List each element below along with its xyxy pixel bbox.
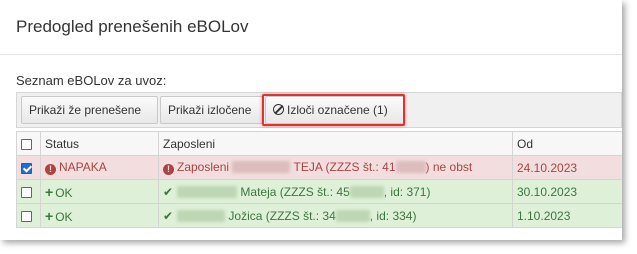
column-header-from[interactable]: Od	[512, 131, 622, 156]
employee-name: Mateja (ZZZS št.: 45	[240, 184, 350, 199]
redacted-blur	[177, 185, 238, 198]
employee-cell: ! Zaposleni TEJA (ZZZS št.: 41 ) ne obst	[158, 155, 513, 180]
employee-suffix: , id: 334)	[369, 208, 417, 223]
check-icon: ✔	[163, 184, 174, 199]
employee-cell: ✔ Mateja (ZZZS št.: 45 , id: 371)	[158, 179, 513, 204]
row-select-cell[interactable]	[16, 155, 41, 180]
employee-prefix: Zaposleni	[177, 160, 230, 174]
employee-cell: ✔ Jožica (ZZZS št.: 34 , id: 334)	[158, 203, 513, 228]
from-cell: 1.10.2023	[512, 203, 622, 228]
redacted-blur	[177, 209, 226, 222]
employee-name: Jožica (ZZZS št.: 34	[228, 208, 336, 223]
column-header-employee[interactable]: Zaposleni	[158, 131, 513, 156]
employee-suffix: , id: 371)	[383, 184, 431, 199]
status-cell: + OK	[40, 179, 159, 204]
preview-dialog: Predogled prenešenih eBOLov Seznam eBOLo…	[0, 0, 622, 240]
table-row[interactable]: + OK ✔ Jožica (ZZZS št.: 34 , id: 334) 1.1…	[16, 203, 622, 228]
status-text: OK	[55, 185, 73, 200]
table-row[interactable]: + OK ✔ Mateja (ZZZS št.: 45 , id: 371) 30.…	[16, 179, 622, 204]
plus-icon: +	[45, 183, 54, 200]
redacted-blur	[232, 161, 291, 173]
row-checkbox[interactable]	[21, 162, 32, 174]
column-header-status[interactable]: Status	[40, 131, 159, 156]
show-excluded-label: Prikaži izločene	[168, 103, 252, 117]
redacted-blur	[335, 209, 370, 222]
redacted-blur	[395, 161, 426, 173]
exclamation-circle-icon: !	[45, 164, 56, 175]
row-select-cell[interactable]	[16, 203, 41, 228]
plus-icon: +	[45, 207, 54, 224]
divider	[0, 54, 622, 55]
redacted-blur	[349, 185, 384, 198]
table-header-row: Status Zaposleni Od	[16, 131, 622, 156]
show-excluded-button[interactable]: Prikaži izločene	[160, 96, 263, 124]
exclamation-circle-icon: !	[163, 164, 174, 175]
status-cell: ! NAPAKA	[40, 155, 159, 180]
from-cell: 24.10.2023	[512, 155, 622, 180]
dialog-title: Predogled prenešenih eBOLov	[16, 17, 249, 36]
select-all-checkbox[interactable]	[21, 138, 32, 150]
row-select-cell[interactable]	[16, 179, 41, 204]
row-checkbox[interactable]	[21, 186, 32, 198]
list-label: Seznam eBOLov za uvoz:	[16, 73, 167, 88]
employee-name: TEJA (ZZZS št.: 41	[293, 160, 396, 174]
table-row[interactable]: ! NAPAKA ! Zaposleni TEJA (ZZZS št.: 41) n…	[16, 155, 622, 180]
select-all-cell[interactable]	[16, 131, 41, 156]
employee-suffix: ) ne obst	[425, 160, 473, 174]
status-cell: + OK	[40, 203, 159, 228]
ebol-table: Status Zaposleni Od ! NAPAKA ! Zaposleni T…	[16, 131, 622, 228]
row-checkbox[interactable]	[21, 210, 32, 222]
annotation-highlight	[262, 94, 405, 126]
status-text: OK	[55, 209, 73, 224]
from-cell: 30.10.2023	[512, 179, 622, 204]
show-transferred-button[interactable]: Prikaži že prenešene	[21, 96, 158, 124]
show-transferred-label: Prikaži že prenešene	[29, 103, 142, 117]
check-icon: ✔	[163, 208, 174, 223]
status-text: NAPAKA	[59, 160, 107, 174]
